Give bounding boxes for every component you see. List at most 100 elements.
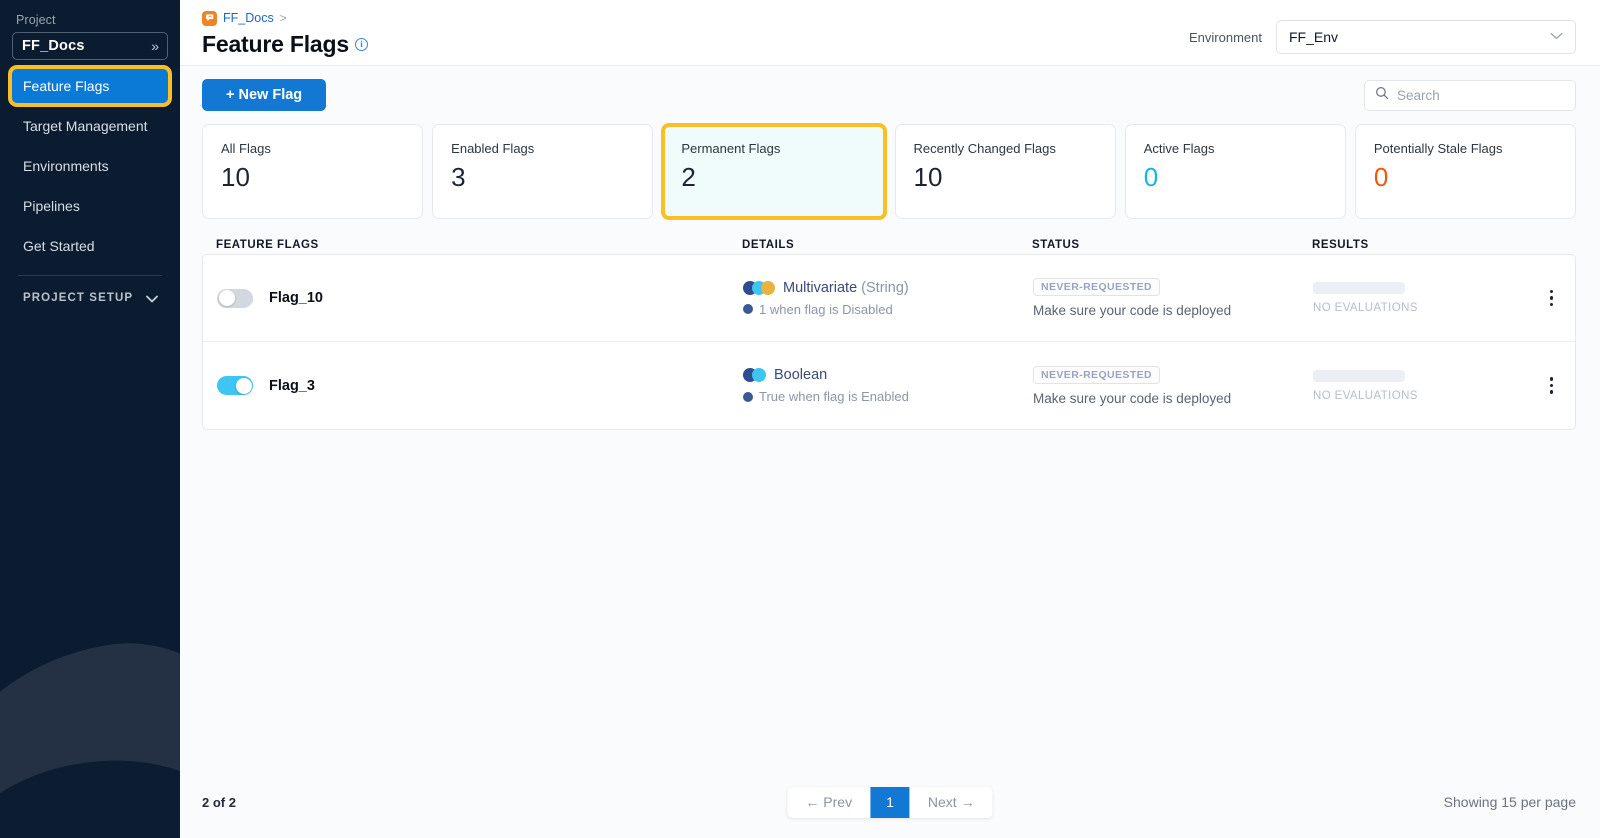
sidebar-section-project-setup[interactable]: PROJECT SETUP <box>12 286 168 310</box>
stat-card-value: 0 <box>1374 160 1575 194</box>
stat-card-active-flags[interactable]: Active Flags 0 <box>1125 124 1346 219</box>
table-row[interactable]: Flag_3 Boolean True when flag is <box>203 342 1575 429</box>
column-header-details: DETAILS <box>742 239 1032 251</box>
row-menu-icon[interactable] <box>1544 284 1560 313</box>
sidebar-item-feature-flags[interactable]: Feature Flags <box>12 69 168 103</box>
results-note: NO EVALUATIONS <box>1313 390 1515 402</box>
flag-default-note: True when flag is Enabled <box>759 389 909 404</box>
chevron-down-icon[interactable] <box>146 291 158 306</box>
flag-default-row: 1 when flag is Disabled <box>743 302 1033 317</box>
breadcrumb-link-project[interactable]: FF_Docs <box>223 11 274 25</box>
status-badge: NEVER-REQUESTED <box>1033 278 1160 296</box>
breadcrumb: FF_Docs > <box>202 8 368 28</box>
flag-kind: Boolean <box>774 367 827 383</box>
status-badge: NEVER-REQUESTED <box>1033 366 1160 384</box>
flag-cell: Flag_3 <box>203 376 743 395</box>
status-cell: NEVER-REQUESTED Make sure your code is d… <box>1033 366 1313 406</box>
header-left: FF_Docs > Feature Flags i <box>202 8 368 58</box>
details-cell: Multivariate (String) 1 when flag is Dis… <box>743 280 1033 317</box>
status-note: Make sure your code is deployed <box>1033 391 1313 406</box>
stat-card-value: 10 <box>914 160 1115 194</box>
sidebar-item-environments[interactable]: Environments <box>12 149 168 183</box>
environment-selector-group: Environment FF_Env <box>1189 20 1576 54</box>
search-box[interactable]: Search <box>1364 80 1576 111</box>
chevron-down-icon <box>1550 31 1563 43</box>
variant-dots-icon <box>743 368 766 382</box>
stat-card-value: 10 <box>221 160 422 194</box>
pagination-page-1[interactable]: 1 <box>870 787 910 818</box>
column-header-results: RESULTS <box>1312 239 1516 251</box>
flag-kind: Multivariate (String) <box>783 280 909 296</box>
stat-card-value: 3 <box>451 160 652 194</box>
stat-card-label: Active Flags <box>1144 141 1345 156</box>
status-cell: NEVER-REQUESTED Make sure your code is d… <box>1033 278 1313 318</box>
environment-value: FF_Env <box>1289 29 1338 45</box>
pagination-prev-button[interactable]: ← Prev <box>787 787 870 818</box>
results-placeholder-bar <box>1313 282 1405 294</box>
action-bar: + New Flag Search <box>180 66 1600 124</box>
sidebar-item-get-started[interactable]: Get Started <box>12 229 168 263</box>
table-header-row: FEATURE FLAGS DETAILS STATUS RESULTS <box>202 224 1576 254</box>
flag-toggle[interactable] <box>217 289 253 308</box>
breadcrumb-separator: > <box>280 11 287 25</box>
sidebar-item-target-management[interactable]: Target Management <box>12 109 168 143</box>
project-selector[interactable]: FF_Docs » <box>12 32 168 60</box>
sidebar-item-label: Target Management <box>23 118 148 134</box>
pagination: ← Prev 1 Next → <box>787 787 992 818</box>
status-note: Make sure your code is deployed <box>1033 303 1313 318</box>
stat-card-label: Recently Changed Flags <box>914 141 1115 156</box>
stat-card-potentially-stale-flags[interactable]: Potentially Stale Flags 0 <box>1355 124 1576 219</box>
flag-kind-row: Multivariate (String) <box>743 280 1033 296</box>
flag-name[interactable]: Flag_3 <box>269 378 315 394</box>
stat-card-value: 2 <box>681 160 882 194</box>
pagination-next-button[interactable]: Next → <box>910 787 993 818</box>
flags-table: FEATURE FLAGS DETAILS STATUS RESULTS Fla… <box>180 224 1600 776</box>
sidebar-item-pipelines[interactable]: Pipelines <box>12 189 168 223</box>
page-header: FF_Docs > Feature Flags i Environment FF… <box>180 0 1600 66</box>
project-label: Project <box>12 0 168 32</box>
results-cell: NO EVALUATIONS <box>1313 370 1515 402</box>
column-header-status: STATUS <box>1032 239 1312 251</box>
row-actions-cell <box>1515 284 1575 313</box>
details-cell: Boolean True when flag is Enabled <box>743 367 1033 404</box>
environment-label: Environment <box>1189 30 1262 45</box>
flag-name[interactable]: Flag_10 <box>269 290 323 306</box>
search-input[interactable]: Search <box>1397 88 1440 103</box>
per-page-label[interactable]: Showing 15 per page <box>1444 794 1576 810</box>
stat-card-label: Potentially Stale Flags <box>1374 141 1575 156</box>
flag-default-note: 1 when flag is Disabled <box>759 302 893 317</box>
row-menu-icon[interactable] <box>1544 371 1560 400</box>
table-row[interactable]: Flag_10 Multivariate (String) <box>203 255 1575 342</box>
stat-cards: All Flags 10 Enabled Flags 3 Permanent F… <box>180 124 1600 224</box>
sidebar-item-label: Environments <box>23 158 109 174</box>
flag-default-row: True when flag is Enabled <box>743 389 1033 404</box>
stat-card-label: Enabled Flags <box>451 141 652 156</box>
stat-card-recently-changed-flags[interactable]: Recently Changed Flags 10 <box>895 124 1116 219</box>
flag-kind-row: Boolean <box>743 367 1033 383</box>
collapse-sidebar-icon[interactable]: » <box>151 39 159 53</box>
default-variant-dot-icon <box>743 392 753 402</box>
sidebar-section-label: PROJECT SETUP <box>23 292 133 304</box>
info-icon[interactable]: i <box>355 38 368 51</box>
flag-toggle[interactable] <box>217 376 253 395</box>
column-header-feature-flags: FEATURE FLAGS <box>202 239 742 251</box>
project-badge-icon <box>202 11 217 26</box>
stat-card-label: All Flags <box>221 141 422 156</box>
stat-card-label: Permanent Flags <box>681 141 882 156</box>
results-placeholder-bar <box>1313 370 1405 382</box>
sidebar: Project FF_Docs » Feature Flags Target M… <box>0 0 180 838</box>
sidebar-divider <box>18 275 162 276</box>
environment-select[interactable]: FF_Env <box>1276 20 1576 54</box>
stat-card-value: 0 <box>1144 160 1345 194</box>
row-actions-cell <box>1515 371 1575 400</box>
variant-dots-icon <box>743 281 775 295</box>
default-variant-dot-icon <box>743 304 753 314</box>
stat-card-enabled-flags[interactable]: Enabled Flags 3 <box>432 124 653 219</box>
stat-card-all-flags[interactable]: All Flags 10 <box>202 124 423 219</box>
table-body: Flag_10 Multivariate (String) <box>202 254 1576 430</box>
main-content: FF_Docs > Feature Flags i Environment FF… <box>180 0 1600 838</box>
results-cell: NO EVALUATIONS <box>1313 282 1515 314</box>
new-flag-button[interactable]: + New Flag <box>202 79 326 111</box>
sidebar-item-label: Feature Flags <box>23 78 109 94</box>
stat-card-permanent-flags[interactable]: Permanent Flags 2 <box>662 124 885 219</box>
